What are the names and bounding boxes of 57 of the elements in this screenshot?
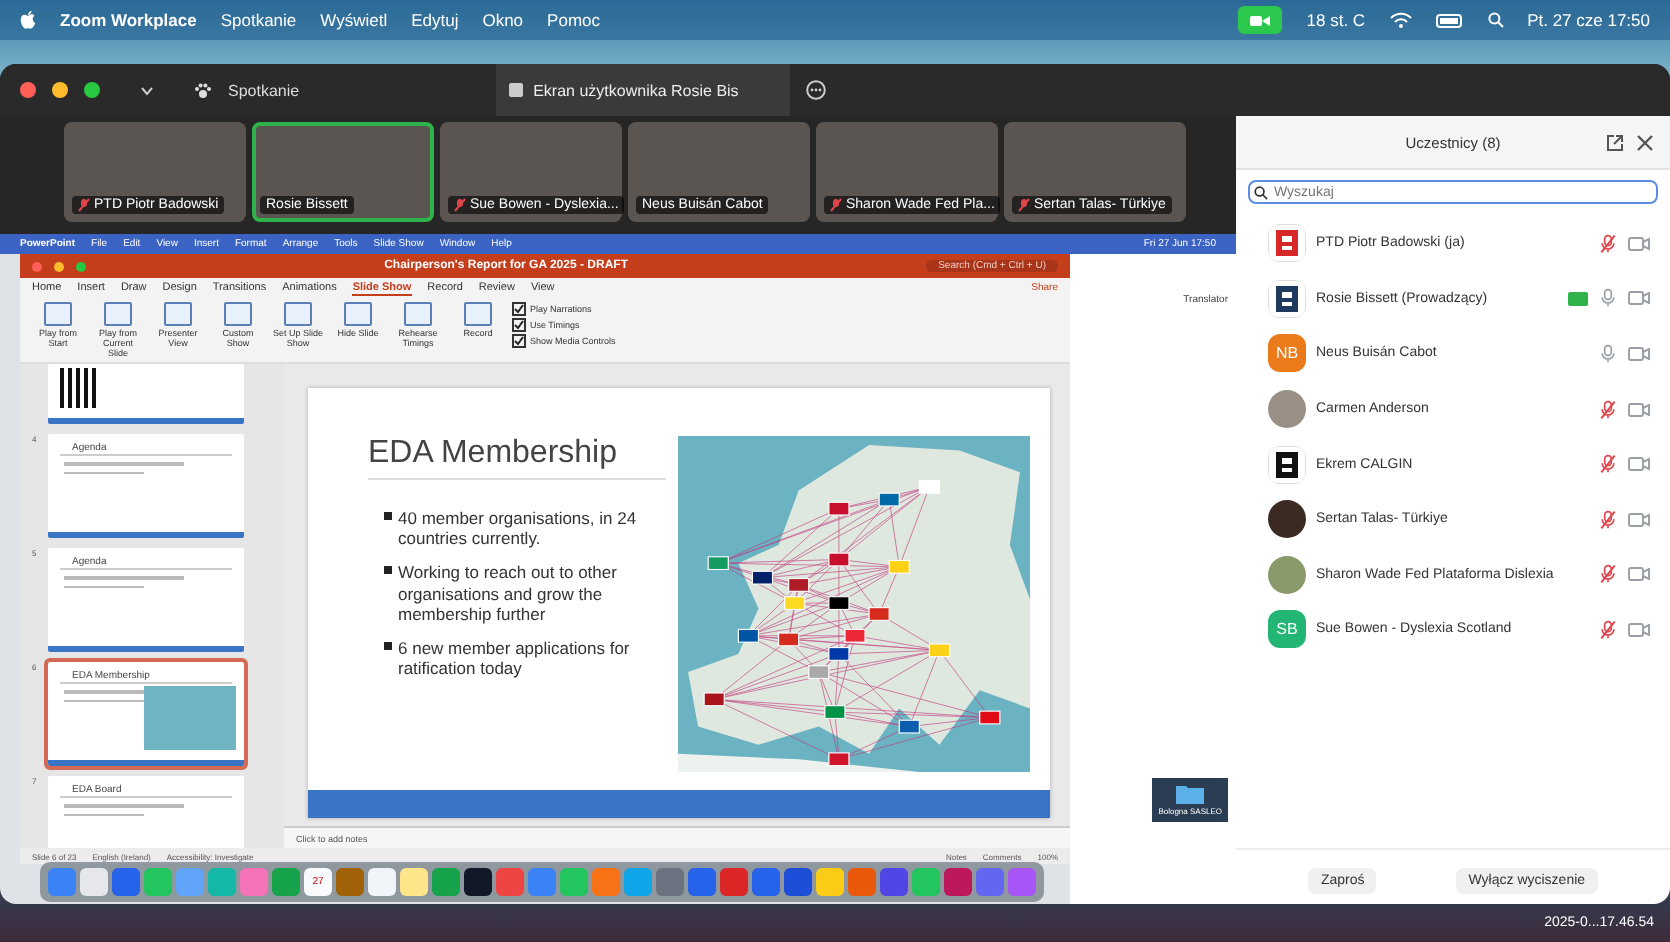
bullet-text: 40 member organisations, in 24 countries currently. — [398, 508, 639, 549]
dock-app-icon[interactable] — [368, 868, 396, 896]
minimize-window-button[interactable] — [52, 82, 68, 98]
screen-share-tab[interactable]: Ekran użytkownika Rosie Bis — [495, 64, 790, 116]
maximize-window-button[interactable] — [84, 82, 100, 98]
menu-bar-clock[interactable]: Pt. 27 cze 17:50 — [1527, 10, 1650, 30]
checkbox[interactable] — [512, 302, 526, 316]
document-icon — [507, 82, 524, 98]
folder-icon[interactable] — [1176, 784, 1205, 804]
close-window-button[interactable] — [20, 82, 36, 98]
apple-logo-icon[interactable] — [20, 10, 36, 30]
initials-avatar: SB — [1268, 610, 1306, 649]
menu-item[interactable]: Edytuj — [411, 10, 459, 30]
search-icon[interactable] — [1487, 12, 1504, 28]
slide-title: EDA Membership — [368, 436, 666, 480]
muted-microphone-icon[interactable] — [1598, 509, 1618, 530]
camera-status-icon[interactable] — [1238, 6, 1283, 34]
video-camera-icon[interactable] — [1628, 345, 1650, 362]
menu-item[interactable]: Okno — [482, 10, 524, 30]
video-camera-icon[interactable] — [1628, 235, 1650, 252]
menu-item[interactable]: Spotkanie — [220, 10, 297, 30]
close-icon[interactable] — [1636, 133, 1654, 151]
muted-microphone-icon[interactable] — [1598, 619, 1618, 640]
more-options-icon[interactable] — [805, 80, 826, 100]
muted-microphone-icon[interactable] — [1598, 454, 1618, 475]
bullet-icon — [384, 566, 392, 575]
menu-item[interactable]: Wyświetl — [320, 10, 388, 30]
wifi-icon[interactable] — [1389, 12, 1412, 28]
microphone-icon[interactable] — [1598, 288, 1618, 309]
search-icon — [1254, 185, 1268, 199]
muted-microphone-icon[interactable] — [1598, 233, 1618, 254]
video-camera-icon[interactable] — [1628, 566, 1650, 583]
meeting-title: Spotkanie — [228, 81, 300, 99]
weather-status[interactable]: 18 st. C — [1306, 10, 1366, 30]
menu-item[interactable]: Pomoc — [547, 10, 601, 30]
video-camera-icon[interactable] — [1628, 401, 1650, 418]
video-camera-icon[interactable] — [1628, 290, 1650, 307]
pop-out-icon[interactable] — [1606, 133, 1624, 151]
slide-thumbnail[interactable] — [48, 364, 244, 424]
bullet-icon — [384, 512, 392, 520]
chevron-down-icon[interactable] — [140, 85, 154, 95]
initials-avatar: NB — [1268, 334, 1306, 373]
microphone-icon[interactable] — [1598, 343, 1618, 364]
paw-icon — [194, 81, 212, 99]
dock-app-icon[interactable] — [464, 868, 492, 896]
video-camera-icon[interactable] — [1628, 511, 1650, 528]
muted-microphone-icon[interactable] — [1598, 564, 1618, 585]
video-camera-icon[interactable] — [1628, 456, 1650, 473]
bullet-text: 6 new member applications for ratification today — [398, 637, 632, 679]
bullet-text: Working to reach out to other organisations and grow the membership further — [398, 562, 619, 624]
app-name-menu[interactable]: Zoom Workplace — [60, 10, 197, 30]
bullet-icon — [384, 641, 392, 650]
battery-icon[interactable] — [1435, 13, 1464, 27]
checkbox[interactable] — [512, 318, 526, 332]
video-camera-icon[interactable] — [1628, 621, 1650, 638]
muted-microphone-icon[interactable] — [1598, 399, 1618, 420]
checkbox[interactable] — [512, 334, 526, 348]
